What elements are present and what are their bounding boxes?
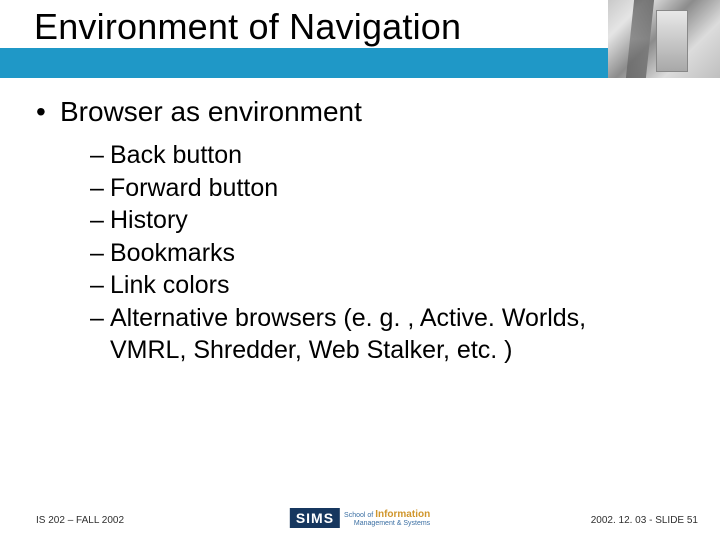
sub-item-text: Back button bbox=[110, 141, 242, 169]
logo-box: SIMS bbox=[290, 508, 340, 528]
sub-item-text: Bookmarks bbox=[110, 239, 235, 267]
sub-item: –History bbox=[90, 205, 680, 236]
logo-top: School of Information bbox=[344, 510, 430, 520]
bullet-text: Browser as environment bbox=[60, 96, 362, 127]
footer: IS 202 – FALL 2002 SIMS School of Inform… bbox=[0, 504, 720, 526]
slide-title: Environment of Navigation bbox=[34, 6, 461, 48]
dash-icon: – bbox=[90, 303, 110, 334]
sub-list: –Back button –Forward button –History –B… bbox=[90, 140, 680, 333]
sub-item-text: Link colors bbox=[110, 271, 230, 299]
logo-info: Information bbox=[375, 509, 430, 520]
slide: Environment of Navigation •Browser as en… bbox=[0, 0, 720, 540]
sub-item-text: Forward button bbox=[110, 174, 278, 202]
sub-item-continuation: VMRL, Shredder, Web Stalker, etc. ) bbox=[110, 335, 680, 366]
sub-item-text: Alternative browsers (e. g. , Active. Wo… bbox=[110, 304, 586, 332]
dash-icon: – bbox=[90, 270, 110, 301]
logo-bottom: Management & Systems bbox=[354, 520, 430, 527]
logo-text: School of Information Management & Syste… bbox=[344, 510, 430, 527]
dash-icon: – bbox=[90, 238, 110, 269]
sub-item: –Bookmarks bbox=[90, 238, 680, 269]
sub-item: –Forward button bbox=[90, 173, 680, 204]
dash-icon: – bbox=[90, 205, 110, 236]
corner-decor-image bbox=[608, 0, 720, 78]
footer-left: IS 202 – FALL 2002 bbox=[36, 515, 124, 526]
slide-body: •Browser as environment –Back button –Fo… bbox=[36, 96, 680, 366]
bullet-dot: • bbox=[36, 96, 60, 128]
sub-item-text: History bbox=[110, 206, 188, 234]
footer-logo: SIMS School of Information Management & … bbox=[290, 508, 430, 528]
dash-icon: – bbox=[90, 173, 110, 204]
sub-item: –Alternative browsers (e. g. , Active. W… bbox=[90, 303, 680, 334]
sub-item: –Link colors bbox=[90, 270, 680, 301]
sub-item: –Back button bbox=[90, 140, 680, 171]
footer-right: 2002. 12. 03 - SLIDE 51 bbox=[591, 515, 698, 526]
dash-icon: – bbox=[90, 140, 110, 171]
bullet-level1: •Browser as environment bbox=[36, 96, 680, 128]
